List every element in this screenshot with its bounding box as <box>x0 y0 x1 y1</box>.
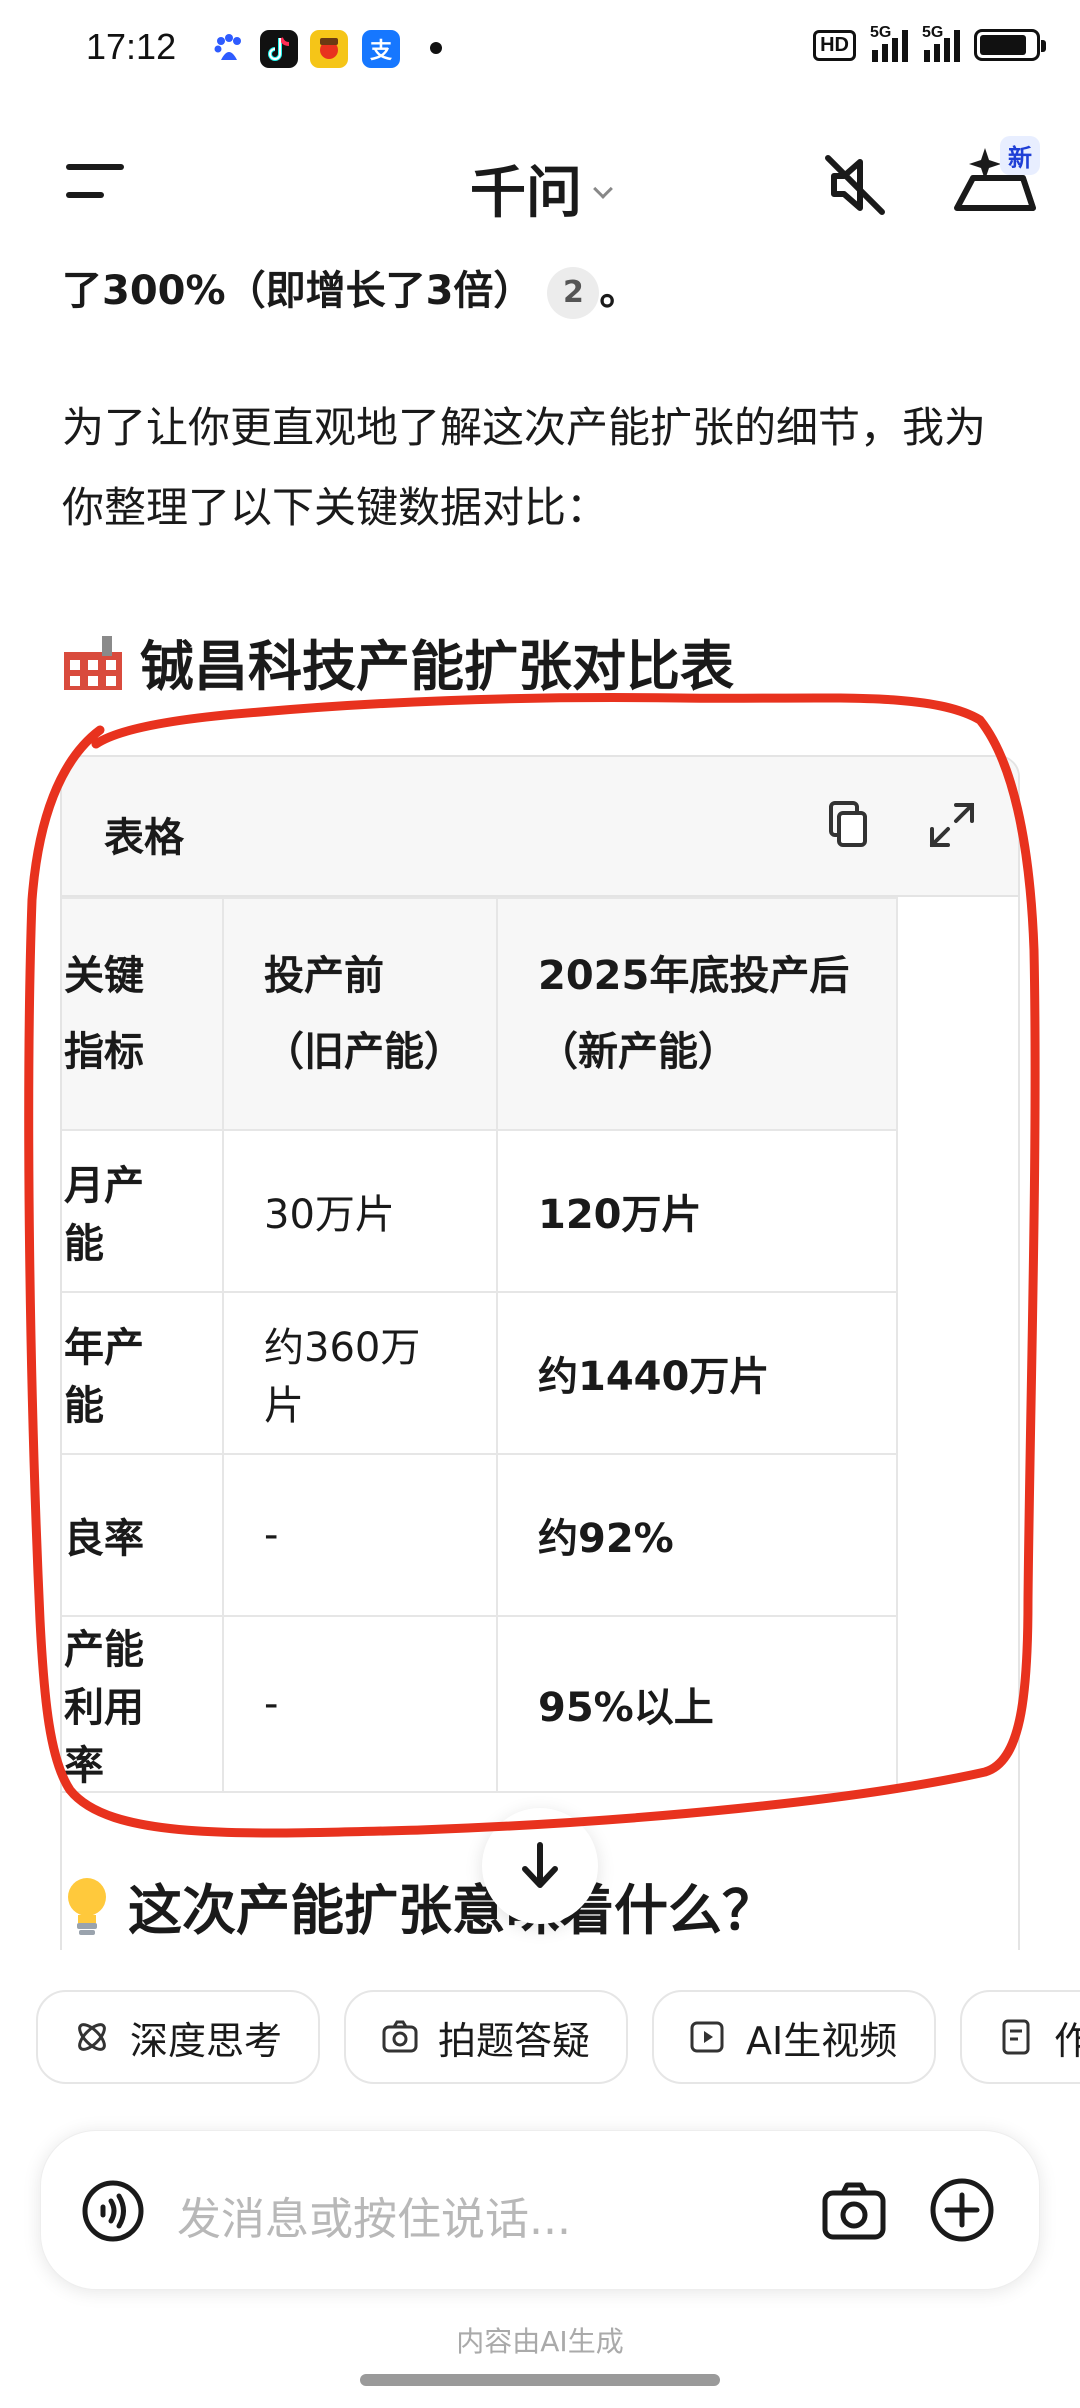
copy-icon[interactable] <box>817 795 877 855</box>
citation-badge[interactable]: 2 <box>547 267 600 319</box>
scroll-down-button[interactable] <box>482 1808 598 1924</box>
data-table: 关键指标 投产前（旧产能） 2025年底投产后（新产能） 月产能 30万片 12… <box>62 897 898 1793</box>
table-cell: 约1440万片 <box>496 1291 898 1455</box>
table-header-cell: 2025年底投产后（新产能） <box>496 897 898 1131</box>
expand-icon[interactable] <box>922 795 982 855</box>
video-icon <box>690 2021 724 2053</box>
table-cell: 良率 <box>62 1453 224 1617</box>
table-cell: 产能利用率 <box>62 1615 224 1793</box>
arrow-down-icon <box>522 1842 558 1888</box>
message-partial-line: 了300%（即增长了3倍） 2。 <box>62 258 639 319</box>
voice-icon[interactable] <box>81 2179 145 2243</box>
table-card-header: 表格 <box>62 757 1018 897</box>
baidu-icon <box>210 30 248 68</box>
chevron-down-icon <box>593 179 613 199</box>
status-right: HD 5G 5G <box>813 24 1046 62</box>
table-cell: 120万片 <box>496 1129 898 1293</box>
table-cell: - <box>222 1453 498 1617</box>
chip-deep-think[interactable]: 深度思考 <box>36 1990 320 2084</box>
notification-dot <box>430 42 442 54</box>
suggestion-chips: 深度思考 拍题答疑 AI生视频 作 <box>36 1990 1080 2086</box>
new-badge: 新 <box>1000 136 1040 175</box>
data-table-card: 表格 关键指标 投产前（旧产能） 2025年底投产后（新产能） 月产能 30万片… <box>60 755 1020 1950</box>
table-label: 表格 <box>104 815 184 861</box>
table-cell: 约92% <box>496 1453 898 1617</box>
alipay-icon: 支 <box>362 30 400 68</box>
table-cell: 95%以上 <box>496 1615 898 1793</box>
message-input[interactable]: 发消息或按住说话... <box>177 2183 571 2247</box>
table-cell: 30万片 <box>222 1129 498 1293</box>
section-heading: 铖昌科技产能扩张对比表 <box>62 622 734 701</box>
home-indicator[interactable] <box>360 2374 720 2386</box>
table-header-cell: 关键指标 <box>62 897 224 1131</box>
model-selector[interactable]: 千问 <box>0 148 1080 229</box>
signal-icon: 5G <box>922 24 960 62</box>
signal-icon: 5G <box>870 24 908 62</box>
ai-disclaimer: 内容由AI生成 <box>456 2325 624 2358</box>
plus-icon[interactable] <box>929 2177 995 2243</box>
message-input-bar[interactable]: 发消息或按住说话... <box>40 2130 1040 2290</box>
page-title: 千问 <box>470 161 582 226</box>
table-row: 月产能 30万片 120万片 <box>62 1129 898 1293</box>
camera-icon[interactable] <box>821 2179 887 2243</box>
document-icon <box>1002 2019 1030 2055</box>
camera-icon <box>382 2020 418 2053</box>
section-heading-2: 这次产能扩张意味着什么？ <box>62 1866 776 1945</box>
table-row: 良率 - 约92% <box>62 1453 898 1617</box>
factory-icon <box>64 635 122 690</box>
table-cell: - <box>222 1615 498 1793</box>
table-row: 产能利用率 - 95%以上 <box>62 1615 898 1793</box>
app-header: 千问 新 <box>0 120 1080 250</box>
table-cell: 年产能 <box>62 1291 224 1455</box>
tiktok-icon <box>260 30 298 68</box>
atom-icon <box>78 2023 106 2051</box>
lightbulb-icon <box>68 1877 106 1935</box>
table-header-cell: 投产前（旧产能） <box>222 897 498 1131</box>
message-paragraph: 为了让你更直观地了解这次产能扩张的细节，我为你整理了以下关键数据对比： <box>62 403 987 532</box>
speaker-mute-icon[interactable] <box>820 150 890 220</box>
table-cell: 约360万片 <box>222 1291 498 1455</box>
table-scroll-area[interactable]: 关键指标 投产前（旧产能） 2025年底投产后（新产能） 月产能 30万片 12… <box>62 897 1018 1950</box>
battery-icon <box>974 29 1046 61</box>
table-cell: 月产能 <box>62 1129 224 1293</box>
chat-content: 了300%（即增长了3倍） 2。 为了让你更直观地了解这次产能扩张的细节，我为你整… <box>0 250 1080 1950</box>
game-icon <box>310 30 348 68</box>
status-bar: 17:12 支 HD 5G 5G <box>0 0 1080 100</box>
table-row: 年产能 约360万片 约1440万片 <box>62 1291 898 1455</box>
status-time: 17:12 <box>86 26 177 67</box>
hd-badge: HD <box>813 29 856 61</box>
chip-ai-video[interactable]: AI生视频 <box>652 1990 936 2084</box>
chip-photo-qa[interactable]: 拍题答疑 <box>344 1990 628 2084</box>
chip-partial[interactable]: 作 <box>960 1990 1080 2084</box>
